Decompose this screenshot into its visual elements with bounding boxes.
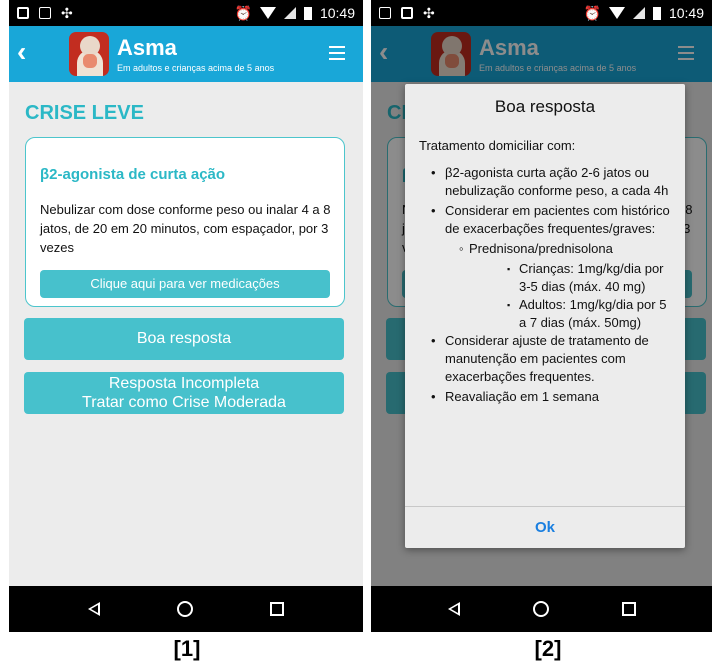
wifi-icon — [259, 7, 276, 19]
list-item: Considerar em pacientes com histórico de… — [419, 202, 675, 238]
screenshot-icon — [17, 7, 29, 19]
view-medications-button[interactable]: Clique aqui para ver medicações — [40, 270, 330, 298]
signal-icon — [283, 7, 296, 19]
card-title: β2-agonista de curta ação — [40, 166, 226, 183]
nav-recent-icon[interactable] — [621, 602, 636, 616]
status-time: 10:49 — [668, 5, 704, 21]
app-subtitle: Em adultos e crianças acima de 5 anos — [117, 63, 275, 73]
menu-icon[interactable] — [329, 46, 345, 64]
dialog-intro: Tratamento domiciliar com: — [419, 138, 576, 153]
fan-icon: ✣ — [61, 5, 73, 21]
nav-back-icon[interactable] — [447, 602, 460, 616]
ok-button[interactable]: Ok — [405, 519, 685, 536]
dialog-divider — [405, 506, 685, 507]
image-icon — [39, 7, 51, 19]
caption-right: [2] — [534, 636, 562, 661]
main-content: CRISE LEVE β2-agonista de curta ação Neb… — [9, 82, 363, 586]
sub-sub-list-item: Adultos: 1mg/kg/dia por 5 a 7 dias (máx.… — [419, 296, 675, 332]
section-title: CRISE LEVE — [25, 102, 144, 124]
dialog-list: β2-agonista curta ação 2-6 jatos ou nebu… — [419, 164, 675, 408]
nav-bar — [371, 586, 712, 632]
battery-icon — [303, 6, 312, 20]
nav-back-icon[interactable] — [87, 602, 100, 616]
status-time: 10:49 — [319, 5, 355, 21]
dialog-title: Boa resposta — [494, 97, 596, 116]
list-item: Considerar ajuste de tratamento de manut… — [419, 332, 675, 386]
alarm-icon: ⏰ — [583, 4, 601, 21]
sub-sub-list-item: Crianças: 1mg/kg/dia por 3-5 dias (máx. … — [419, 260, 675, 296]
app-logo — [69, 32, 109, 76]
alarm-icon: ⏰ — [234, 4, 252, 21]
fan-icon: ✣ — [423, 5, 435, 21]
nav-recent-icon[interactable] — [270, 602, 285, 616]
card-text: Nebulizar com dose conforme peso ou inal… — [40, 202, 331, 255]
nav-home-icon[interactable] — [176, 601, 193, 617]
nav-home-icon[interactable] — [532, 601, 549, 617]
app-bar: ‹ Asma Em adultos e crianças acima de 5 … — [9, 26, 363, 82]
good-response-dialog: Boa resposta Tratamento domiciliar com: … — [405, 84, 685, 548]
incomplete-line-1: Resposta Incompleta — [108, 375, 260, 392]
sub-list-item: Prednisona/prednisolona — [419, 240, 675, 258]
wifi-icon — [608, 7, 625, 19]
good-response-button[interactable]: Boa resposta — [24, 318, 344, 360]
incomplete-line-2: Tratar como Crise Moderada — [82, 394, 286, 411]
screenshot-icon — [401, 7, 413, 19]
treatment-card: β2-agonista de curta ação Nebulizar com … — [25, 137, 345, 307]
screen-1: ✣ ⏰ 10:49 ‹ Asma Em adultos e crianças a… — [9, 0, 363, 632]
app-title: Asma — [117, 35, 177, 60]
list-item: β2-agonista curta ação 2-6 jatos ou nebu… — [419, 164, 675, 200]
battery-icon — [652, 6, 661, 20]
screen-2: ✣ ⏰ 10:49 ‹ Asma Em adultos e crianças a… — [371, 0, 712, 632]
back-icon[interactable]: ‹ — [17, 38, 26, 66]
signal-icon — [632, 7, 645, 19]
incomplete-response-button[interactable]: Resposta Incompleta Tratar como Crise Mo… — [24, 372, 344, 414]
list-item: Reavaliação em 1 semana — [419, 388, 675, 406]
image-icon — [379, 7, 391, 19]
list-item-text: Considerar em pacientes com histórico de… — [445, 203, 670, 236]
caption-left: [1] — [173, 636, 201, 661]
nav-bar — [9, 586, 363, 632]
status-bar: ✣ ⏰ 10:49 — [371, 0, 712, 26]
status-bar: ✣ ⏰ 10:49 — [9, 0, 363, 26]
